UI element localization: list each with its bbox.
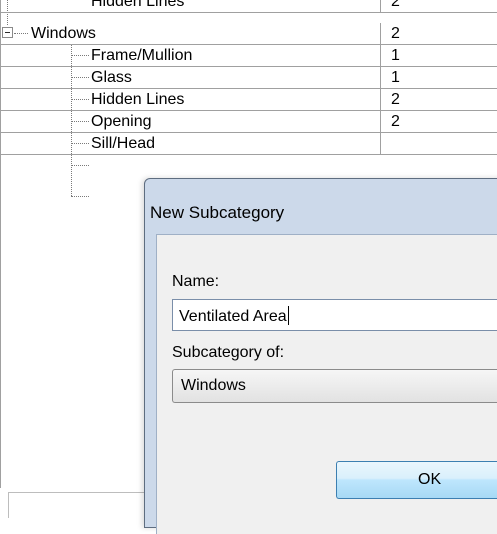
table-row[interactable]: Glass 1 — [1, 67, 497, 89]
category-cell: Hidden Lines — [1, 89, 381, 111]
dialog-title: New Subcategory — [150, 203, 285, 222]
tree-guide-line — [71, 196, 89, 197]
name-value: Ventilated Area — [179, 308, 287, 325]
table-row[interactable]: Opening 2 — [1, 111, 497, 133]
collapse-minus-icon[interactable] — [2, 27, 13, 38]
line-weight-cell[interactable]: 2 — [391, 89, 400, 111]
category-cell: Hidden Lines — [1, 0, 381, 13]
category-label: Windows — [31, 25, 96, 42]
text-caret — [287, 306, 289, 325]
category-label: Frame/Mullion — [91, 47, 193, 64]
table-row[interactable]: Sill/Head — [1, 133, 497, 155]
subcategory-select[interactable]: Windows — [172, 369, 497, 403]
name-label: Name: — [172, 273, 220, 290]
category-label: Hidden Lines — [91, 91, 185, 108]
line-weight-cell[interactable]: 1 — [391, 45, 400, 67]
category-cell: Glass — [1, 67, 381, 89]
name-field[interactable]: Ventilated Area — [172, 299, 497, 331]
category-cell: Opening — [1, 111, 381, 133]
category-label: Hidden Lines — [91, 0, 185, 10]
category-label: Glass — [91, 69, 132, 86]
line-weight-cell[interactable]: 2 — [391, 23, 400, 45]
dialog-body: Name: Ventilated Area Subcategory of: Wi… — [156, 234, 497, 534]
category-cell: Windows — [1, 23, 381, 45]
category-label: Sill/Head — [91, 135, 156, 152]
new-subcategory-dialog: New Subcategory Name: Ventilated Area Su… — [144, 178, 497, 534]
category-label: Opening — [91, 113, 152, 130]
subcategory-label: Subcategory of: — [172, 344, 285, 361]
tree-guide-line — [71, 165, 89, 166]
line-weight-cell[interactable]: 2 — [391, 111, 400, 133]
category-cell: Sill/Head — [1, 133, 381, 155]
table-row[interactable]: Hidden Lines 2 — [1, 89, 497, 111]
table-row[interactable]: Hidden Lines 2 — [1, 0, 497, 13]
line-weight-cell[interactable]: 2 — [391, 0, 400, 13]
subcategory-value: Windows — [181, 377, 246, 394]
ok-label: OK — [418, 471, 442, 488]
category-cell: Frame/Mullion — [1, 45, 381, 67]
divider — [8, 492, 9, 518]
divider — [8, 492, 148, 493]
ok-button[interactable]: OK — [336, 461, 497, 499]
table-row[interactable]: Windows 2 — [1, 23, 497, 45]
line-weight-cell[interactable]: 1 — [391, 67, 400, 89]
table-row[interactable]: Frame/Mullion 1 — [1, 45, 497, 67]
